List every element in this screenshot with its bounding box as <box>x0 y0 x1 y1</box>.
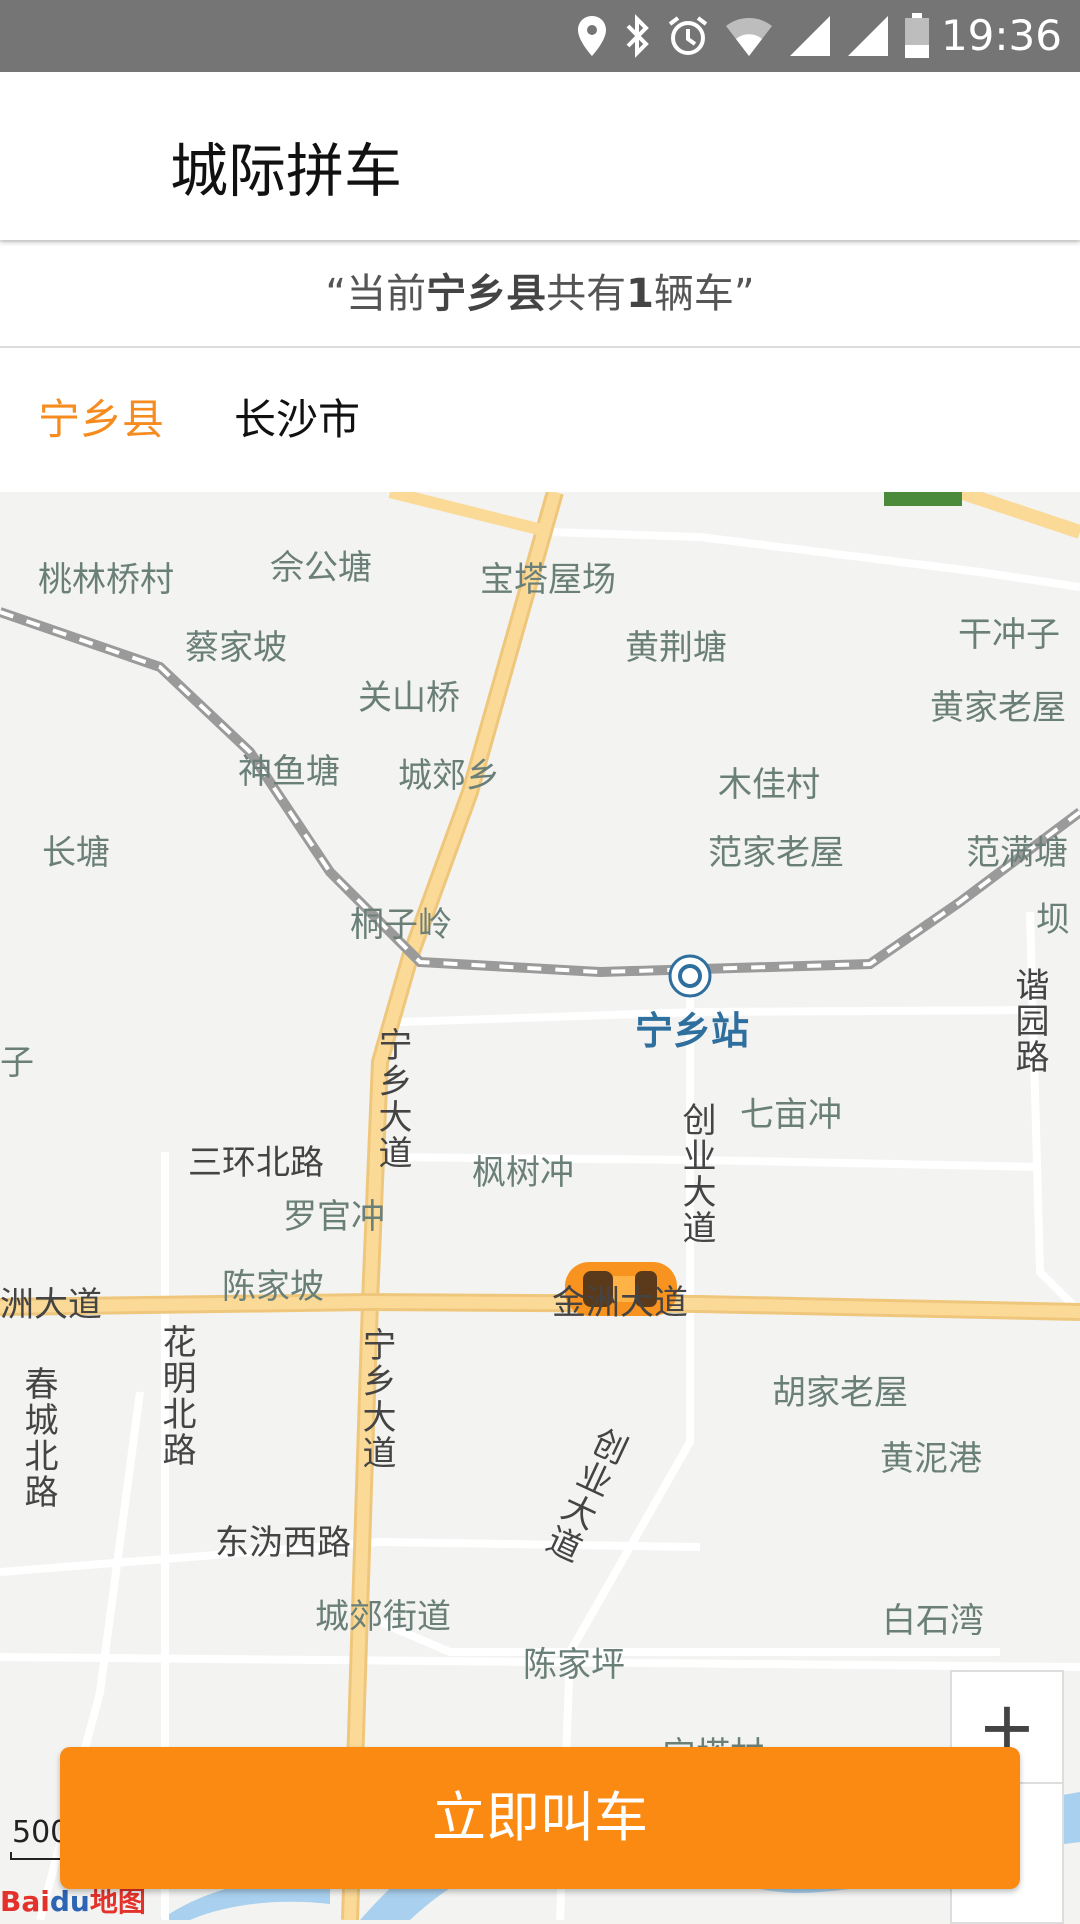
road-label: 谐园路 <box>1009 967 1049 1075</box>
station-label: 宁乡站 <box>635 1009 750 1053</box>
vehicle-count-notice: “当前宁乡县共有1辆车” <box>0 242 1080 348</box>
map-view[interactable]: 桃林桥村 佘公塘 宝塔屋场 蔡家坡 黄荆塘 干冲子 关山桥 黄家老屋 神鱼塘 城… <box>0 492 1080 1920</box>
place-label: 神鱼塘 <box>238 752 340 792</box>
place-label: 佘公塘 <box>270 548 372 588</box>
tab-ningxiang[interactable]: 宁乡县 <box>38 392 164 448</box>
highway-sign <box>884 492 962 506</box>
app-bar: 城际拼车 <box>0 72 1080 240</box>
place-label: 关山桥 <box>358 678 460 718</box>
place-label: 枫树冲 <box>472 1153 574 1193</box>
alarm-icon <box>668 16 708 55</box>
notice-prefix: “当前 <box>325 271 427 317</box>
notice-suffix: 辆车” <box>653 271 755 317</box>
road-label: 三环北路 <box>188 1143 324 1183</box>
notice-county: 宁乡县 <box>426 271 547 317</box>
notice-count: 1 <box>626 271 654 317</box>
place-label: 罗官冲 <box>283 1197 385 1237</box>
place-label: 黄家老屋 <box>930 688 1066 728</box>
place-label: 陈家坪 <box>523 1645 625 1685</box>
map-canvas <box>0 492 1080 1920</box>
place-label: 城郊乡 <box>398 756 500 796</box>
city-tabs: 宁乡县 长沙市 <box>0 348 1080 492</box>
place-label: 范满塘 <box>966 833 1068 873</box>
status-icons <box>576 10 930 62</box>
place-label: 桃林桥村 <box>38 560 174 600</box>
place-label: 干冲子 <box>958 615 1060 655</box>
place-label: 黄荆塘 <box>625 628 727 668</box>
place-label: 白石湾 <box>882 1601 984 1641</box>
railway <box>0 607 1080 978</box>
place-label: 子 <box>0 1043 34 1083</box>
road-label: 花明北路 <box>156 1324 196 1468</box>
road-label: 东沩西路 <box>215 1523 351 1563</box>
road-label: 洲大道 <box>0 1285 102 1325</box>
signal-icon <box>790 16 830 56</box>
place-label: 桐子岭 <box>350 905 452 945</box>
status-bar: 19:36 <box>0 0 1080 72</box>
road-label: 宁乡大道 <box>356 1327 396 1471</box>
road-label: 创业大道 <box>676 1102 716 1246</box>
place-label: 七亩冲 <box>740 1095 842 1135</box>
road-label: 春城北路 <box>18 1366 58 1510</box>
location-icon <box>578 16 606 56</box>
road-label: 金洲大道 <box>552 1283 688 1323</box>
minor-roads <box>0 528 1080 1920</box>
place-label: 木佳村 <box>718 765 820 805</box>
logo-text: Bai <box>0 1885 50 1918</box>
call-car-button[interactable]: 立即叫车 <box>60 1747 1020 1889</box>
place-label: 城郊街道 <box>315 1597 451 1637</box>
bluetooth-icon <box>626 14 649 58</box>
page-title: 城际拼车 <box>170 137 403 205</box>
place-label: 范家老屋 <box>708 833 844 873</box>
place-label: 蔡家坡 <box>185 628 287 668</box>
logo-paw: du <box>49 1885 90 1918</box>
place-label: 宝塔屋场 <box>480 560 616 600</box>
station-icon <box>668 954 712 998</box>
road-label: 宁乡大道 <box>372 1027 412 1171</box>
place-label: 长塘 <box>42 833 110 873</box>
notice-middle: 共有 <box>546 271 627 317</box>
signal-icon <box>848 16 888 56</box>
wifi-icon <box>726 17 772 57</box>
place-label: 黄泥港 <box>880 1439 982 1479</box>
place-label: 胡家老屋 <box>772 1373 908 1413</box>
place-label: 陈家坡 <box>222 1267 324 1307</box>
status-time: 19:36 <box>940 11 1062 60</box>
logo-suffix: 地图 <box>89 1885 146 1918</box>
place-label: 坝 <box>1036 900 1070 940</box>
battery-icon <box>905 13 929 58</box>
tab-changsha[interactable]: 长沙市 <box>234 392 360 448</box>
